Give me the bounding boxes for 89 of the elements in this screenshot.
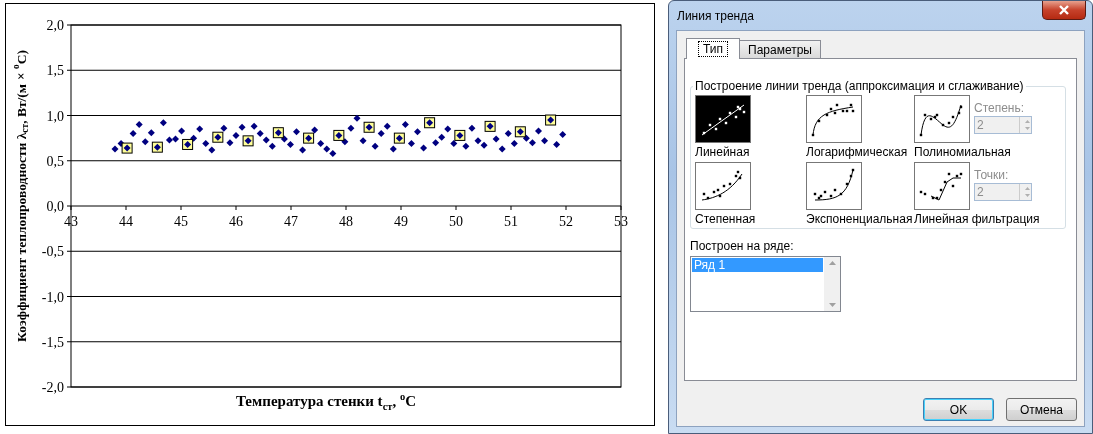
x-tick-label: 47 — [284, 214, 298, 229]
option-label: Логарифмическая — [806, 145, 908, 159]
selection-handle[interactable] — [514, 126, 526, 138]
data-point — [293, 128, 300, 136]
data-point — [535, 127, 542, 135]
y-tick-label: -2,0 — [41, 380, 64, 395]
selection-handle[interactable] — [333, 129, 345, 141]
data-point — [492, 135, 500, 143]
x-tick-label: 44 — [119, 214, 133, 229]
selection-handle[interactable] — [363, 121, 375, 133]
x-tick-label: 53 — [614, 214, 628, 229]
selection-handle[interactable] — [151, 141, 163, 153]
spinner-label: Точки: — [974, 168, 1010, 182]
option-label: Линейная — [695, 145, 750, 159]
y-tick-label: -1,0 — [41, 289, 64, 305]
option-label: Экспоненциальная — [806, 212, 913, 226]
selection-handle[interactable] — [242, 135, 254, 147]
dialog-title: Линия тренда — [677, 8, 754, 23]
close-button[interactable] — [1042, 1, 1086, 20]
data-point — [401, 121, 409, 129]
data-point — [353, 114, 361, 122]
selection-handle[interactable] — [182, 138, 194, 150]
ok-button[interactable]: OK — [923, 398, 994, 421]
data-point — [504, 130, 512, 138]
selection-handle[interactable] — [212, 131, 224, 143]
series-list-label: Построен на ряде: — [690, 239, 795, 253]
x-tick-label: 49 — [394, 214, 408, 229]
trend-type-option[interactable] — [914, 162, 970, 210]
spinner-label: Степень: — [974, 101, 1026, 115]
data-point — [420, 144, 428, 152]
data-point — [414, 128, 421, 136]
list-item[interactable]: Ряд 1 — [692, 258, 823, 272]
y-tick-label: 1,0 — [46, 108, 64, 124]
selection-handle[interactable] — [424, 117, 436, 129]
group-title: Построение линии тренда (аппроксимация и сглаживание) — [694, 79, 1025, 93]
data-point — [407, 140, 415, 148]
trend-type-option[interactable] — [695, 95, 751, 143]
data-point — [553, 140, 561, 148]
series-list[interactable]: Ряд 1 — [690, 256, 841, 312]
selection-handle[interactable] — [272, 127, 284, 139]
data-point — [450, 140, 458, 148]
data-point — [371, 142, 379, 150]
x-tick-label: 46 — [229, 214, 243, 229]
tab[interactable]: Тип — [686, 38, 740, 59]
selection-handle[interactable] — [545, 114, 557, 126]
scroll-up-icon — [828, 261, 836, 265]
x-tick-label: 52 — [559, 214, 573, 229]
option-label: Степенная — [695, 212, 756, 226]
data-point — [159, 119, 167, 127]
data-point — [347, 124, 355, 132]
scrollbar[interactable] — [824, 257, 840, 311]
option-label: Полиномиальная — [914, 145, 1012, 159]
data-point — [359, 137, 367, 145]
data-point — [559, 131, 567, 138]
selection-handle[interactable] — [454, 129, 466, 141]
y-tick-label: 2,0 — [46, 18, 64, 33]
trend-type-option[interactable] — [806, 162, 862, 210]
data-point — [462, 142, 470, 150]
trend-type-option[interactable] — [695, 162, 751, 210]
y-tick-label: -0,5 — [41, 244, 64, 260]
data-point — [311, 126, 319, 134]
data-point — [468, 124, 476, 132]
x-axis-title: Температура стенки t$_{ст}$, $^{о}$С — [235, 393, 417, 409]
data-point — [541, 137, 549, 145]
y-tick-label: -1,5 — [41, 334, 64, 350]
data-point — [510, 140, 518, 148]
x-tick-label: 50 — [449, 214, 463, 229]
x-tick-label: 51 — [504, 214, 518, 229]
close-icon — [1058, 5, 1070, 15]
trend-type-option[interactable] — [806, 95, 862, 143]
trend-type-option[interactable] — [914, 95, 970, 143]
scroll-down-icon — [828, 303, 836, 307]
selection-handle[interactable] — [303, 132, 315, 144]
x-tick-label: 45 — [174, 214, 188, 229]
y-tick-label: 0,5 — [46, 153, 64, 169]
tab[interactable]: Параметры — [739, 40, 821, 58]
selection-handle[interactable] — [121, 142, 133, 154]
cancel-button[interactable]: Отмена — [1006, 398, 1077, 421]
data-point — [389, 145, 397, 153]
data-point — [498, 145, 506, 153]
selection-handle[interactable] — [393, 132, 405, 144]
selection-handle[interactable] — [484, 120, 496, 132]
y-tick-label: 1,5 — [46, 63, 64, 79]
x-tick-label: 48 — [339, 214, 353, 229]
x-tick-label: 43 — [64, 214, 78, 229]
data-point — [299, 146, 307, 154]
option-label: Линейная фильтрация — [914, 212, 1041, 226]
y-tick-label: 0,0 — [46, 199, 64, 214]
data-point — [220, 124, 228, 132]
